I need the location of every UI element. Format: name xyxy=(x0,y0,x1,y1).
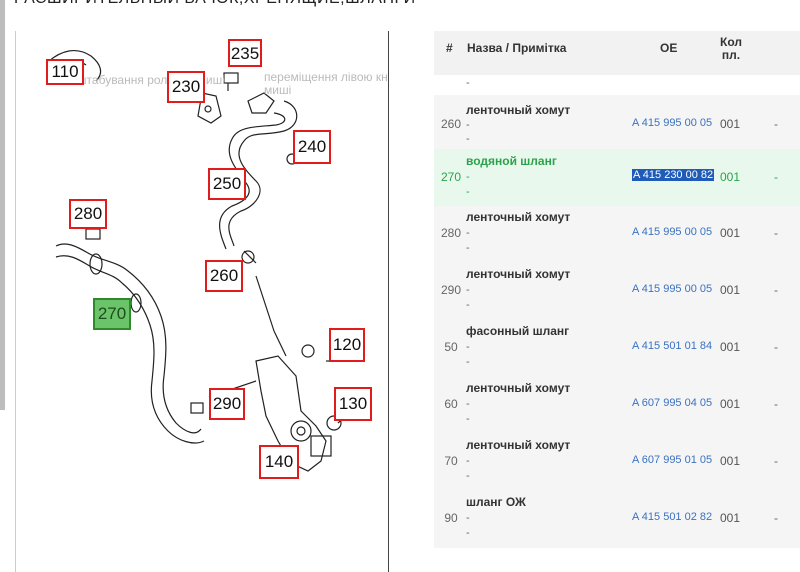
row-qty: 001 xyxy=(720,117,741,131)
row-oe-link[interactable]: A 415 501 01 84 xyxy=(632,340,712,352)
row-number: 280 xyxy=(440,226,462,240)
row-name: ленточный хомут xyxy=(466,103,571,117)
table-row[interactable]: 90 шланг ОЖ - - A 415 501 02 82 001 - xyxy=(434,491,800,548)
callout-260[interactable]: 260 xyxy=(205,260,243,292)
row-number: 60 xyxy=(444,397,458,411)
table-row-selected[interactable]: 270 водяной шланг - - A 415 230 00 82 00… xyxy=(434,149,800,206)
header-num: # xyxy=(446,41,453,55)
row-number: 260 xyxy=(440,117,462,131)
row-note: - xyxy=(466,227,470,239)
callout-270[interactable]: 270 xyxy=(93,298,131,330)
callout-140[interactable]: 140 xyxy=(259,445,299,479)
row-note: - xyxy=(466,299,470,311)
row-oe-link[interactable]: A 415 995 00 05 xyxy=(632,117,712,129)
page-title: РАСШИРИТЕЛЬНЫЙ БАЧОК,ХРЕНЯЩИЕ,ШЛАНГИ xyxy=(14,0,416,8)
row-number: 290 xyxy=(440,283,462,297)
scrollbar-edge xyxy=(0,0,5,410)
row-qty: 001 xyxy=(720,397,741,411)
header-qty: Кол пл. xyxy=(720,35,742,62)
row-qty: 001 xyxy=(720,283,741,297)
row-note: - xyxy=(466,119,470,131)
row-number: 70 xyxy=(444,454,458,468)
row-extra: - xyxy=(774,283,778,297)
row-note: - xyxy=(466,512,470,524)
row-number: 50 xyxy=(444,340,458,354)
header-name: Назва / Примітка xyxy=(467,41,567,55)
table-row[interactable]: 260 ленточный хомут - - A 415 995 00 05 … xyxy=(434,95,800,149)
row-note: - xyxy=(466,398,470,410)
row-name: водяной шланг xyxy=(466,154,557,168)
callout-120[interactable]: 120 xyxy=(329,328,365,362)
callout-240[interactable]: 240 xyxy=(293,130,331,164)
row-qty: 001 xyxy=(720,226,741,240)
row-note: - xyxy=(466,356,470,368)
callout-280[interactable]: 280 xyxy=(69,199,107,229)
row-extra: - xyxy=(774,226,778,240)
row-oe-link[interactable]: A 415 995 00 05 xyxy=(632,226,712,238)
row-note: - xyxy=(466,77,470,89)
row-note: - xyxy=(466,242,470,254)
table-row[interactable]: 290 ленточный хомут - - A 415 995 00 05 … xyxy=(434,263,800,320)
row-note: - xyxy=(466,527,470,539)
row-note: - xyxy=(466,171,470,183)
row-name: ленточный хомут xyxy=(466,438,571,452)
row-qty: 001 xyxy=(720,511,741,525)
hint-move: переміщення лівою кнопкою миші xyxy=(264,70,388,97)
row-note: - xyxy=(466,470,470,482)
row-number: 90 xyxy=(444,511,458,525)
callout-290[interactable]: 290 xyxy=(209,388,245,420)
table-row[interactable]: 60 ленточный хомут - - A 607 995 04 05 0… xyxy=(434,377,800,434)
table-row[interactable]: 280 ленточный хомут - - A 415 995 00 05 … xyxy=(434,206,800,263)
row-qty: 001 xyxy=(720,170,741,184)
row-oe-link[interactable]: A 415 230 00 82 xyxy=(632,169,715,181)
row-name: ленточный хомут xyxy=(466,381,571,395)
row-qty: 001 xyxy=(720,340,741,354)
table-row[interactable]: 50 фасонный шланг - - A 415 501 01 84 00… xyxy=(434,320,800,377)
row-extra: - xyxy=(774,117,778,131)
callout-235[interactable]: 235 xyxy=(228,39,262,67)
parts-diagram[interactable]: масштабування роликом миші переміщення л… xyxy=(15,31,389,572)
parts-table: # Назва / Примітка OE Кол пл. - 260 лент… xyxy=(434,31,800,572)
row-number: 270 xyxy=(440,170,462,184)
row-note: - xyxy=(466,341,470,353)
row-extra: - xyxy=(774,454,778,468)
diagram-drawing xyxy=(48,49,347,472)
callout-110[interactable]: 110 xyxy=(46,59,84,85)
row-extra: - xyxy=(774,397,778,411)
row-name: фасонный шланг xyxy=(466,324,570,338)
row-extra: - xyxy=(774,340,778,354)
row-qty: 001 xyxy=(720,454,741,468)
row-note: - xyxy=(466,186,470,198)
row-oe-link[interactable]: A 415 995 00 05 xyxy=(632,283,712,295)
row-oe-link[interactable]: A 607 995 04 05 xyxy=(632,397,712,409)
row-extra: - xyxy=(774,511,778,525)
row-note: - xyxy=(466,284,470,296)
row-note: - xyxy=(466,133,470,145)
row-note: - xyxy=(466,455,470,467)
table-header: # Назва / Примітка OE Кол пл. xyxy=(434,31,800,75)
row-name: ленточный хомут xyxy=(466,267,571,281)
callout-130[interactable]: 130 xyxy=(334,387,372,421)
table-row[interactable]: 70 ленточный хомут - - A 607 995 01 05 0… xyxy=(434,434,800,491)
row-name: ленточный хомут xyxy=(466,210,571,224)
row-name: шланг ОЖ xyxy=(466,495,526,509)
row-note: - xyxy=(466,413,470,425)
callout-250[interactable]: 250 xyxy=(208,168,246,200)
header-oe: OE xyxy=(660,41,678,55)
table-row-top: - xyxy=(434,75,800,95)
row-oe-link[interactable]: A 415 501 02 82 xyxy=(632,511,712,523)
callout-230[interactable]: 230 xyxy=(167,71,205,103)
row-oe-link[interactable]: A 607 995 01 05 xyxy=(632,454,712,466)
row-extra: - xyxy=(774,170,778,184)
